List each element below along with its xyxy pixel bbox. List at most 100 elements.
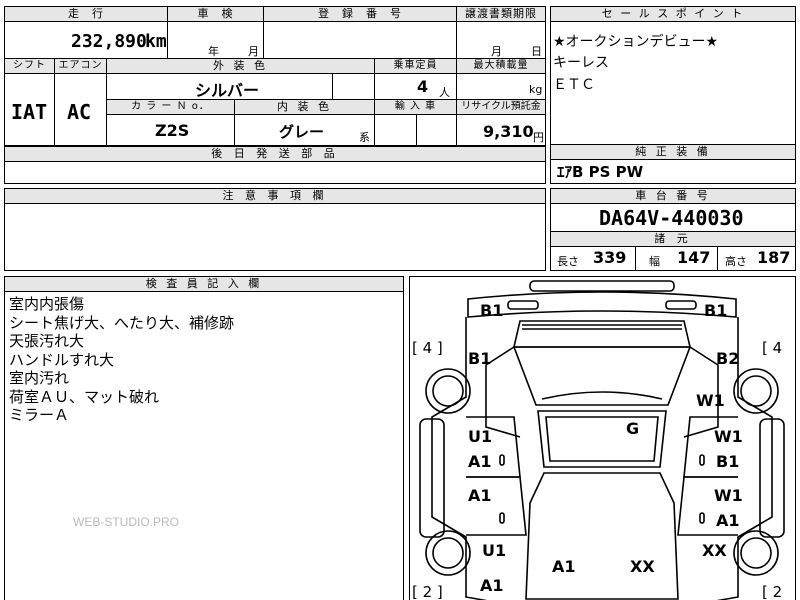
damage-mark: U1 — [482, 541, 507, 560]
color-no-value: Z2S — [155, 121, 190, 140]
remark-item: シート焦げ大、へたり大、補修跡 — [9, 313, 235, 332]
recycle-fee-value: 9,310 — [483, 122, 534, 141]
length-label: 長さ — [557, 255, 579, 268]
remarks-list: 室内内張傷 シート焦げ大、へたり大、補修跡 天張汚れ大 ハンドルすれ大 室内汚れ… — [9, 295, 234, 425]
exterior-color-sub-cell — [333, 74, 375, 100]
aircon-value: AC — [67, 100, 92, 124]
tire-front-left-count: [ 4 ] — [412, 339, 443, 357]
notes-box: 注 意 事 項 欄 — [4, 188, 546, 271]
remark-item: 荷室ＡＵ、マット破れ — [9, 387, 160, 406]
damage-mark: B1 — [704, 301, 728, 320]
color-no-cell: Z2S — [107, 115, 235, 146]
spec-row: 長さ 339 幅 147 高さ 187 — [551, 246, 795, 270]
mileage-unit: km — [145, 31, 167, 52]
remark-item: 室内汚れ — [9, 369, 70, 387]
sales-point-3: ＥＴＣ — [553, 77, 595, 93]
recycle-fee-cell: 9,310 円 — [457, 115, 545, 146]
inspection-month-unit: 月 — [248, 45, 259, 58]
exterior-color-value: シルバー — [195, 81, 260, 100]
mileage-header: 走 行 — [5, 7, 168, 22]
capacity-value: 4 — [417, 77, 429, 96]
vehicle-info-form: 走 行 車 検 登 録 番 号 譲渡書類期限 232,890 km 年 月 月 … — [4, 6, 546, 184]
import-cell — [375, 115, 417, 146]
damage-mark: B1 — [716, 452, 740, 471]
transfer-cell: 月 日 — [457, 22, 545, 59]
sales-point-1: ★オークションデビュー★ — [553, 34, 719, 50]
import-header: 輸 入 車 — [375, 100, 457, 115]
tire-front-right-count: [ 4 — [762, 339, 783, 357]
max-load-header: 最大積載量 — [457, 59, 545, 74]
damage-mark: A1 — [468, 452, 492, 471]
shift-value: IAT — [11, 100, 48, 124]
inspector-remarks-box: 検 査 員 記 入 欄 室内内張傷 シート焦げ大、へたり大、補修跡 天張汚れ大 … — [4, 276, 404, 600]
width-value: 147 — [677, 248, 711, 267]
transfer-deadline-header: 譲渡書類期限 — [457, 7, 545, 22]
damage-mark: W1 — [696, 391, 725, 410]
registration-cell — [264, 22, 457, 59]
interior-color-cell: グレー 系 — [235, 115, 375, 146]
capacity-unit: 人 — [439, 86, 450, 99]
damage-mark: W1 — [714, 486, 743, 505]
import-sub-cell — [417, 115, 457, 146]
recycle-fee-unit: 円 — [533, 131, 544, 144]
damage-mark: A1 — [480, 576, 504, 595]
inspection-cell: 年 月 — [168, 22, 264, 59]
chassis-number: DA64V-440030 — [599, 206, 744, 230]
registration-header: 登 録 番 号 — [264, 7, 457, 22]
transfer-day-unit: 日 — [531, 45, 542, 58]
later-parts-header: 後 日 発 送 部 品 — [5, 146, 545, 162]
interior-color-suffix: 系 — [359, 131, 370, 144]
damage-mark: XX — [630, 557, 655, 576]
notes-header: 注 意 事 項 欄 — [5, 189, 545, 204]
shift-cell: IAT — [5, 74, 55, 146]
inspection-year-unit: 年 — [208, 45, 219, 58]
equipment-header: 純 正 装 備 — [551, 144, 795, 160]
remark-item: ハンドルすれ大 — [9, 350, 115, 369]
recycle-fee-header: リサイクル預託金 — [457, 100, 545, 115]
aircon-cell: AC — [55, 74, 107, 146]
mileage-cell: 232,890 km — [5, 22, 168, 59]
max-load-unit: kg — [529, 83, 543, 96]
damage-mark: XX — [702, 541, 727, 560]
transfer-month-unit: 月 — [491, 45, 502, 58]
exterior-color-header: 外 装 色 — [107, 59, 375, 74]
remark-item: 室内内張傷 — [9, 295, 85, 313]
capacity-header: 乗車定員 — [375, 59, 457, 74]
damage-mark: A1 — [552, 557, 576, 576]
car-diagram-box: [ 4 ] [ 4 [ 2 ] [ 2 B1 B1 B1 B2 W1 G U1 … — [409, 276, 796, 600]
max-load-cell: kg — [457, 74, 545, 100]
interior-color-value: グレー — [279, 123, 325, 141]
sales-points-box: セ ー ル ス ポ イ ン ト ★オークションデビュー★ キーレス ＥＴＣ 純 … — [550, 6, 796, 184]
damage-mark: U1 — [468, 427, 493, 446]
shift-header: シフト — [5, 59, 55, 74]
capacity-cell: 4 人 — [375, 74, 457, 100]
damage-mark: W1 — [714, 427, 743, 446]
mileage-value: 232,890 — [71, 31, 147, 52]
aircon-header: エアコン — [55, 59, 107, 74]
sales-points-header: セ ー ル ス ポ イ ン ト — [551, 7, 795, 22]
chassis-header: 車 台 番 号 — [551, 189, 795, 204]
tire-rear-left-count: [ 2 ] — [412, 583, 443, 600]
damage-mark: B1 — [480, 301, 504, 320]
inspector-header: 検 査 員 記 入 欄 — [5, 277, 403, 292]
damage-mark: B2 — [716, 349, 740, 368]
length-value: 339 — [593, 248, 627, 267]
remark-item: 天張汚れ大 — [9, 332, 85, 350]
inspection-header: 車 検 — [168, 7, 264, 22]
color-no-header: カ ラ ー Ｎ o． — [107, 100, 235, 115]
height-label: 高さ — [725, 255, 747, 268]
remark-item: ミラーＡ — [9, 406, 70, 424]
watermark: WEB-STUDIO.PRO — [73, 515, 180, 529]
interior-color-header: 内 装 色 — [235, 100, 375, 115]
sales-point-2: キーレス — [553, 55, 609, 71]
height-value: 187 — [757, 248, 791, 267]
damage-mark: G — [626, 419, 640, 438]
damage-mark: A1 — [716, 511, 740, 530]
equipment-value: ｴｱB PS PW — [557, 163, 644, 181]
damage-mark: B1 — [468, 349, 492, 368]
spec-header: 諸 元 — [551, 231, 795, 247]
tire-rear-right-count: [ 2 — [762, 583, 783, 600]
exterior-color-cell: シルバー — [107, 74, 333, 100]
width-label: 幅 — [649, 255, 660, 268]
chassis-box: 車 台 番 号 DA64V-440030 諸 元 長さ 339 幅 147 高さ… — [550, 188, 796, 271]
